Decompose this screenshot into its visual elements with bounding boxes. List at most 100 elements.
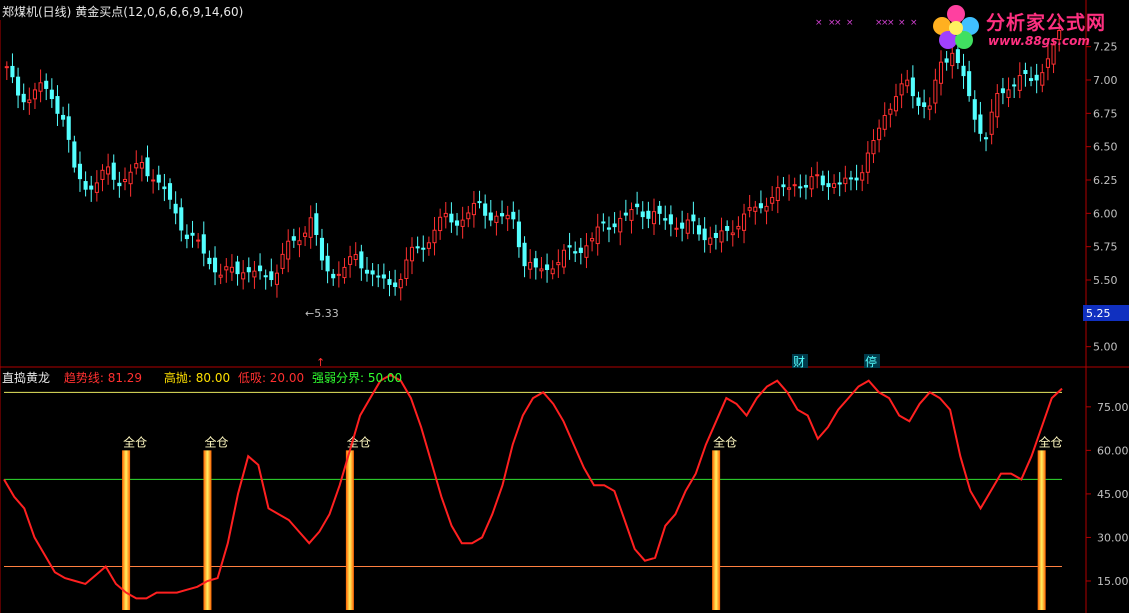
candle[interactable] xyxy=(545,253,550,283)
candle[interactable] xyxy=(1000,77,1005,105)
candle[interactable] xyxy=(668,205,673,237)
candle[interactable] xyxy=(702,217,707,253)
candle[interactable] xyxy=(134,150,139,175)
candle[interactable] xyxy=(584,233,589,269)
candle[interactable] xyxy=(398,273,403,301)
candle[interactable] xyxy=(21,83,26,111)
candle[interactable] xyxy=(156,165,161,191)
candle[interactable] xyxy=(376,264,381,288)
candle[interactable] xyxy=(578,238,583,265)
candle[interactable] xyxy=(387,270,392,297)
sub-indicator-name[interactable]: 直捣黄龙 xyxy=(2,371,50,385)
candle[interactable] xyxy=(55,85,60,126)
candle[interactable] xyxy=(252,260,257,289)
candle[interactable] xyxy=(758,190,763,214)
candle[interactable] xyxy=(500,200,505,225)
candle[interactable] xyxy=(528,249,533,279)
candle[interactable] xyxy=(100,164,105,192)
candle[interactable] xyxy=(646,201,651,229)
candle[interactable] xyxy=(196,233,201,249)
candle[interactable] xyxy=(573,241,578,263)
candle[interactable] xyxy=(623,199,628,221)
candle[interactable] xyxy=(567,232,572,260)
candle[interactable] xyxy=(877,119,882,153)
candle[interactable] xyxy=(297,227,302,258)
candle[interactable] xyxy=(972,90,977,133)
candle[interactable] xyxy=(381,263,386,289)
candle[interactable] xyxy=(432,217,437,256)
candle[interactable] xyxy=(601,213,606,232)
candle[interactable] xyxy=(775,175,780,214)
candle[interactable] xyxy=(325,243,330,284)
candle[interactable] xyxy=(44,73,49,101)
candle[interactable] xyxy=(533,250,538,280)
candle[interactable] xyxy=(741,203,747,244)
candle[interactable] xyxy=(66,103,71,153)
candle[interactable] xyxy=(770,186,775,211)
candle[interactable] xyxy=(820,170,825,192)
candle[interactable] xyxy=(364,256,370,282)
candle[interactable] xyxy=(781,176,786,197)
candle[interactable] xyxy=(888,103,893,128)
candle[interactable] xyxy=(708,226,713,254)
candle[interactable] xyxy=(449,202,454,233)
candle[interactable] xyxy=(730,220,735,247)
candle[interactable] xyxy=(803,174,808,200)
candle[interactable] xyxy=(117,171,122,198)
candle[interactable] xyxy=(595,213,600,256)
candle[interactable] xyxy=(454,213,460,236)
candle[interactable] xyxy=(511,201,516,229)
candle[interactable] xyxy=(409,237,415,275)
candle[interactable] xyxy=(280,242,285,275)
candle[interactable] xyxy=(663,205,668,230)
candle[interactable] xyxy=(246,257,251,283)
candle[interactable] xyxy=(488,199,493,227)
candle[interactable] xyxy=(162,173,167,202)
candle[interactable] xyxy=(787,174,792,201)
candle[interactable] xyxy=(494,210,499,236)
stock-name[interactable]: 郑煤机(日线) xyxy=(2,5,71,19)
candle[interactable] xyxy=(229,254,234,281)
candle[interactable] xyxy=(1017,62,1022,99)
candle[interactable] xyxy=(201,221,206,267)
candle[interactable] xyxy=(606,216,612,243)
candle[interactable] xyxy=(319,228,325,270)
candle[interactable] xyxy=(516,209,521,258)
candle[interactable] xyxy=(303,226,308,247)
candle[interactable] xyxy=(713,224,718,250)
candle[interactable] xyxy=(753,200,758,225)
candle[interactable] xyxy=(629,202,634,234)
candle[interactable] xyxy=(4,61,9,80)
candle[interactable] xyxy=(49,78,54,108)
candle[interactable] xyxy=(190,220,195,248)
candle[interactable] xyxy=(882,102,887,137)
candle[interactable] xyxy=(680,210,685,242)
chart-stage[interactable]: 5.005.255.505.756.006.256.506.757.007.25… xyxy=(0,0,1129,613)
candle[interactable] xyxy=(792,177,797,197)
candle[interactable] xyxy=(989,99,994,145)
candle[interactable] xyxy=(477,190,482,209)
candle[interactable] xyxy=(286,229,291,273)
candle[interactable] xyxy=(1034,63,1039,94)
candle[interactable] xyxy=(241,260,246,290)
signal-bar[interactable]: 全仓 xyxy=(122,434,147,610)
candle[interactable] xyxy=(809,167,814,198)
candle[interactable] xyxy=(348,245,353,278)
candle[interactable] xyxy=(342,257,347,284)
candle[interactable] xyxy=(314,202,319,246)
candle[interactable] xyxy=(443,201,448,229)
candle[interactable] xyxy=(72,135,77,173)
candle[interactable] xyxy=(505,205,510,232)
candle[interactable] xyxy=(291,228,296,248)
ting-marker[interactable]: 停 xyxy=(865,354,877,369)
candle[interactable] xyxy=(359,244,364,281)
candle[interactable] xyxy=(1006,77,1011,108)
candle[interactable] xyxy=(331,269,336,286)
candle[interactable] xyxy=(122,167,128,191)
candle[interactable] xyxy=(893,83,899,117)
candle[interactable] xyxy=(747,194,752,218)
candle[interactable] xyxy=(89,175,94,202)
candle[interactable] xyxy=(590,232,595,252)
candle[interactable] xyxy=(691,201,696,235)
candle[interactable] xyxy=(522,236,527,278)
